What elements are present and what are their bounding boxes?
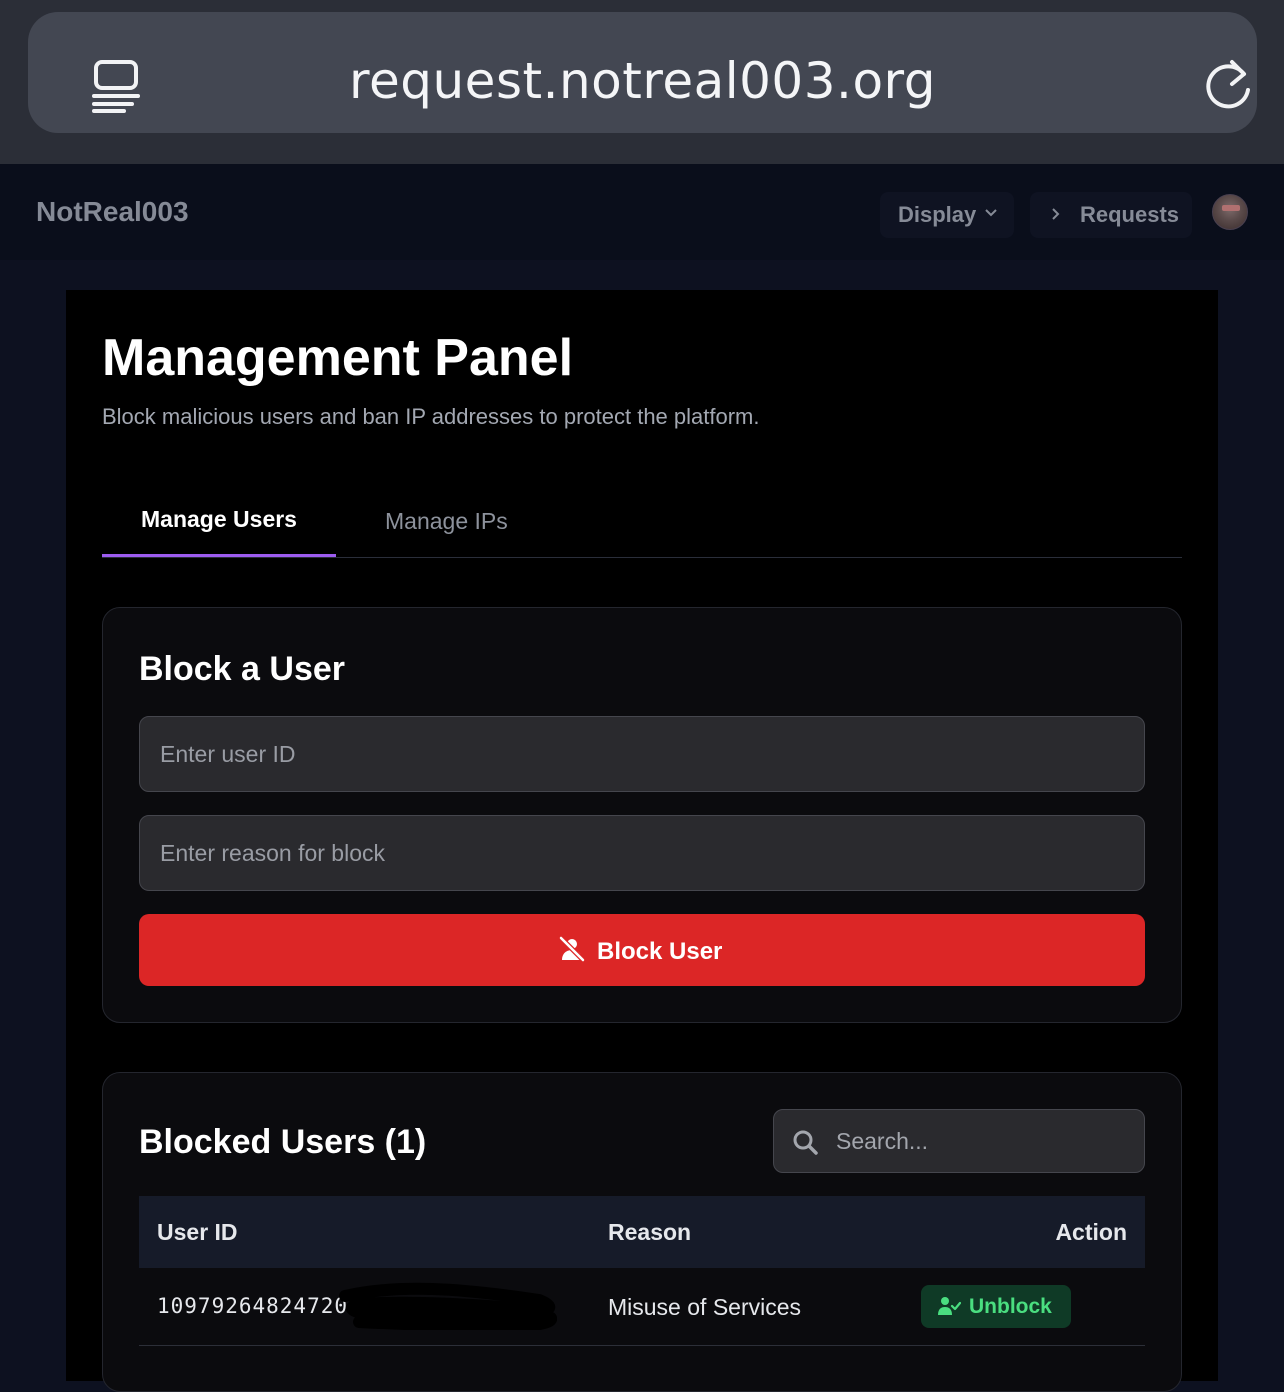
page-title: Management Panel (102, 329, 574, 387)
requests-link[interactable]: Requests (1030, 192, 1192, 238)
reload-icon[interactable] (1204, 56, 1256, 112)
user-slash-icon (559, 936, 585, 962)
app-navbar: NotReal003 Display Requests (0, 164, 1284, 260)
page-subtitle: Block malicious users and ban IP address… (102, 404, 760, 429)
table-header: User ID Reason Action (139, 1196, 1145, 1268)
chevron-down-icon (985, 209, 997, 217)
blocked-users-card: Blocked Users (1) User ID Reason Action … (102, 1072, 1182, 1392)
column-header-action: Action (1055, 1219, 1127, 1245)
browser-toolbar: request.notreal003.org (0, 0, 1284, 164)
chevron-right-icon (1052, 208, 1060, 220)
search-box[interactable] (773, 1109, 1145, 1173)
column-header-user-id: User ID (157, 1219, 238, 1245)
user-id-cell: 10979264824720 (157, 1294, 349, 1318)
display-label: Display (898, 202, 977, 227)
display-dropdown[interactable]: Display (880, 192, 1014, 238)
unblock-button[interactable]: Unblock (921, 1285, 1071, 1328)
user-check-icon (938, 1297, 961, 1315)
block-user-button[interactable]: Block User (139, 914, 1145, 986)
block-user-title: Block a User (139, 650, 345, 688)
reason-cell: Misuse of Services (608, 1294, 802, 1320)
block-user-card: Block a User Block User (102, 607, 1182, 1023)
reason-input[interactable] (139, 815, 1145, 891)
tab-manage-users[interactable]: Manage Users (102, 490, 336, 557)
blocked-users-title: Blocked Users (1) (139, 1123, 427, 1161)
tab-manage-ips[interactable]: Manage IPs (385, 490, 515, 557)
column-header-reason: Reason (608, 1219, 692, 1245)
search-icon (793, 1130, 818, 1155)
requests-label: Requests (1080, 202, 1180, 227)
unblock-label: Unblock (969, 1295, 1052, 1318)
avatar[interactable] (1212, 194, 1248, 230)
url-text[interactable]: request.notreal003.org (28, 52, 1257, 110)
search-input[interactable] (834, 1110, 1134, 1172)
table-row: 10979264824720 Misuse of Services Unbloc… (139, 1268, 1145, 1346)
redaction-scribble (339, 1282, 557, 1330)
user-id-input[interactable] (139, 716, 1145, 792)
management-panel: Management Panel Block malicious users a… (66, 290, 1218, 1392)
tab-bar: Manage Users Manage IPs (102, 490, 1182, 558)
brand-logo[interactable]: NotReal003 (36, 196, 189, 228)
address-bar[interactable]: request.notreal003.org (28, 12, 1257, 133)
block-user-label: Block User (597, 938, 723, 965)
